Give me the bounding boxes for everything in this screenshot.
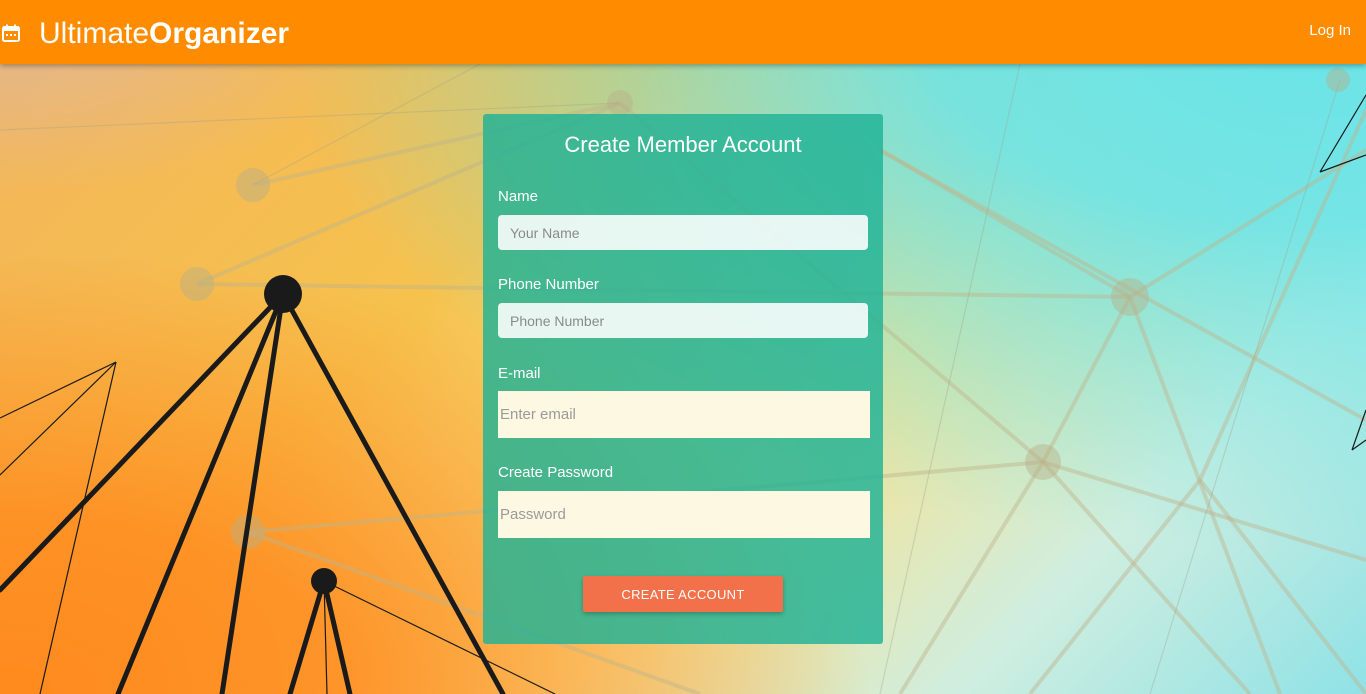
calendar-icon [2,24,20,42]
name-input[interactable] [498,215,868,250]
login-link[interactable]: Log In [1309,22,1351,39]
page: UltimateOrganizer Log In Create Member A… [0,0,1366,694]
password-label: Create Password [498,464,614,481]
phone-input[interactable] [498,303,868,338]
create-account-card: Create Member Account Name Phone Number … [483,114,883,644]
name-label: Name [498,188,539,205]
brand-name-bold: Organizer [149,17,290,50]
brand-logo[interactable]: UltimateOrganizer [39,14,289,54]
top-navbar: UltimateOrganizer Log In [0,0,1366,64]
email-label: E-mail [498,365,541,382]
brand-name-light: Ultimate [39,17,150,50]
form-title: Create Member Account [564,132,802,157]
create-account-button[interactable]: CREATE ACCOUNT [583,576,783,612]
password-input[interactable] [498,491,870,538]
phone-label: Phone Number [498,276,599,293]
email-input[interactable] [498,391,870,438]
